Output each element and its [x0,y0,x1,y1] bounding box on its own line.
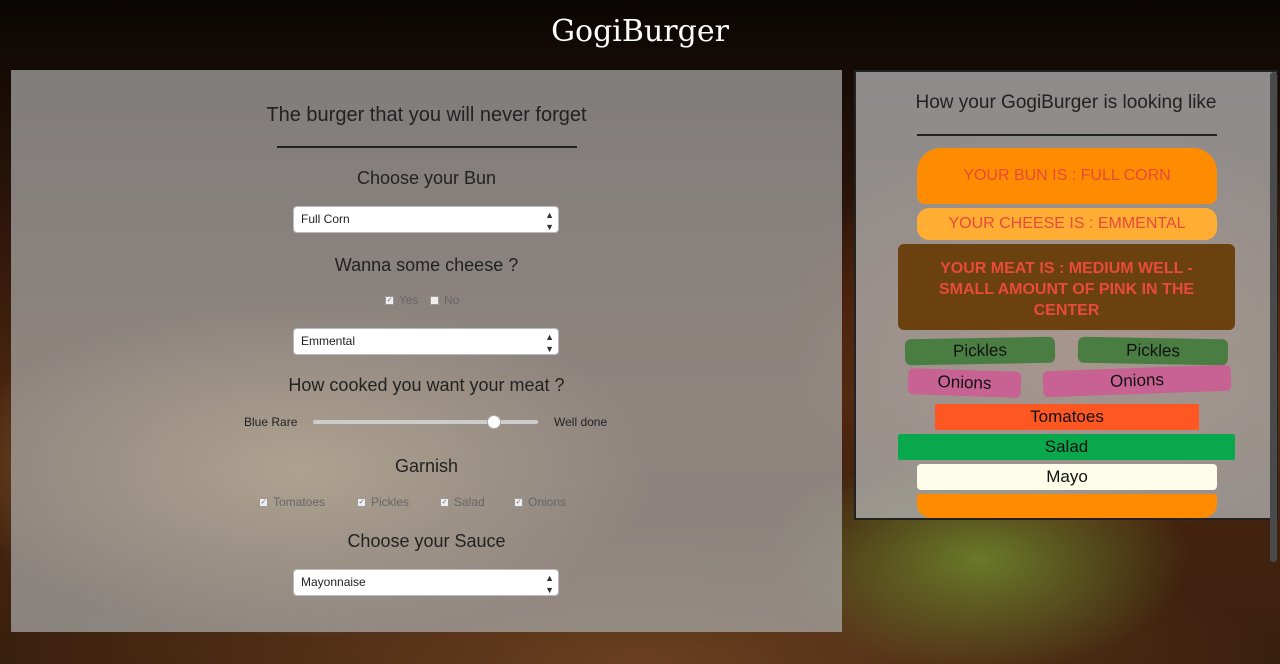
garnish-heading: Garnish [394,456,459,476]
sauce-heading: Choose your Sauce [347,531,506,551]
cheese-yes-checkbox[interactable]: ✓ Yes [385,293,419,307]
garnish-onions-checkbox[interactable]: ✓ Onions [514,495,566,509]
preview-divider [917,134,1217,136]
checkbox-checked-icon: ✓ [357,498,366,508]
salad-layer: Salad [898,434,1235,460]
preview-title: How your GogiBurger is looking like [915,92,1217,113]
onion-slice: Onions [1042,364,1232,398]
garnish-pickles-checkbox[interactable]: ✓ Pickles [357,495,409,509]
garnish-label: Pickles [371,495,410,509]
bun-bottom-layer [917,494,1217,518]
meat-heading: How cooked you want your meat ? [288,375,565,395]
checkbox-checked-icon: ✓ [514,498,523,508]
bun-heading: Choose your Bun [356,168,497,188]
tomatoes-layer: Tomatoes [935,404,1199,430]
burger-preview-panel: How your GogiBurger is looking like Your… [854,70,1278,520]
bun-select[interactable]: Full Corn ▲ ▼ [293,206,559,233]
checkbox-checked-icon: ✓ [385,296,394,306]
cheese-yes-label: Yes [399,293,419,307]
sauce-layer: Mayo [917,464,1217,490]
order-form-panel: The burger that you will never forget Ch… [11,70,842,632]
cheese-no-checkbox[interactable]: No [430,293,459,307]
checkbox-checked-icon: ✓ [440,498,449,508]
meat-layer: Your meat is : Medium Well - small amoun… [898,244,1235,330]
garnish-label: Tomatoes [273,495,326,509]
cheese-select-value: Emmental [301,334,356,348]
select-arrows-icon: ▲ ▼ [545,210,554,232]
garnish-label: Salad [454,495,485,509]
pickle-slice: Pickles [904,336,1056,366]
cheese-no-label: No [444,293,460,307]
garnish-tomatoes-checkbox[interactable]: ✓ Tomatoes [259,495,325,509]
meat-slider-track[interactable] [313,420,538,424]
checkbox-checked-icon: ✓ [259,498,268,508]
sauce-select[interactable]: Mayonnaise ▲ ▼ [293,569,559,596]
select-arrows-icon: ▲ ▼ [545,573,554,595]
sauce-select-value: Mayonnaise [301,575,366,589]
form-title: The burger that you will never forget [266,104,587,126]
onion-slice: Onions [907,368,1022,398]
meat-slider-thumb[interactable] [487,415,501,429]
cheese-heading: Wanna some cheese ? [334,255,519,275]
select-arrows-icon: ▲ ▼ [545,332,554,354]
cheese-layer: Your cheese is : Emmental [917,208,1217,240]
meat-min-label: Blue Rare [244,415,298,429]
brand-title: GogiBurger [551,14,729,49]
checkbox-empty-icon [430,296,439,306]
pickle-slice: Pickles [1077,336,1229,366]
bun-top-layer: Your bun is : Full Corn [917,148,1217,204]
title-divider [277,146,577,148]
garnish-salad-checkbox[interactable]: ✓ Salad [440,495,485,509]
garnish-label: Onions [528,495,567,509]
scrollbar[interactable] [1270,72,1277,562]
bun-select-value: Full Corn [301,212,350,226]
meat-max-label: Well done [554,415,608,429]
cheese-select[interactable]: Emmental ▲ ▼ [293,328,559,355]
